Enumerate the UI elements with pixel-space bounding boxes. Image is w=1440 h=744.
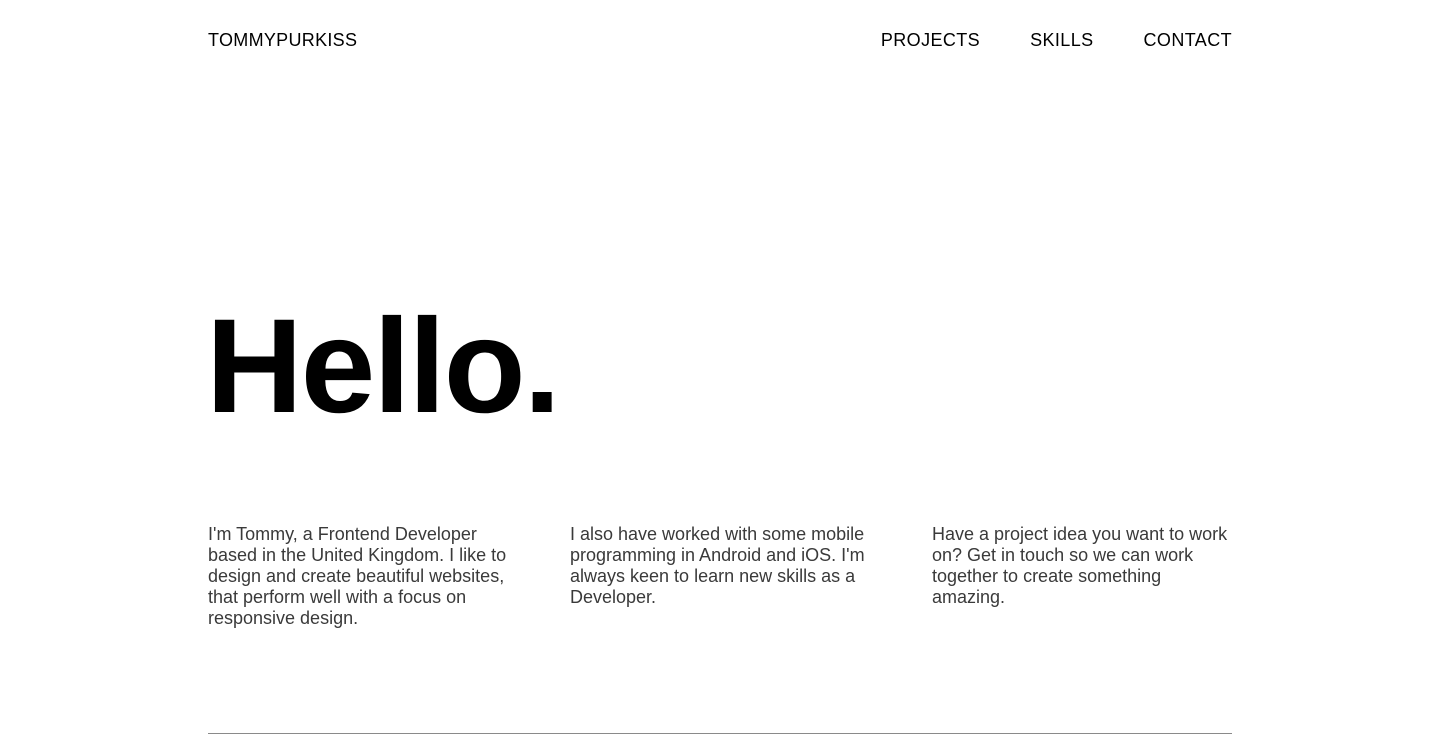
intro-about-text: I'm Tommy, a Frontend Developer based in… [208, 524, 507, 628]
nav-link-projects[interactable]: PROJECTS [881, 28, 980, 52]
hero-title: Hello. [206, 292, 561, 441]
nav-link-skills[interactable]: SKILLS [1030, 28, 1093, 52]
intro-mobile-text: I also have worked with some mobile prog… [570, 524, 865, 607]
intro-contact-text: Have a project idea you want to work on?… [932, 524, 1228, 607]
intro-columns: I'm Tommy, a Frontend Developer based in… [208, 524, 1232, 629]
page: TOMMYPURKISS PROJECTS SKILLS CONTACT Hel… [0, 0, 1440, 744]
section-divider [208, 733, 1232, 734]
main-nav: PROJECTS SKILLS CONTACT [881, 28, 1232, 52]
brand-logo-link[interactable]: TOMMYPURKISS [208, 28, 357, 52]
site-header: TOMMYPURKISS PROJECTS SKILLS CONTACT [208, 28, 1232, 52]
nav-link-contact[interactable]: CONTACT [1144, 28, 1232, 52]
